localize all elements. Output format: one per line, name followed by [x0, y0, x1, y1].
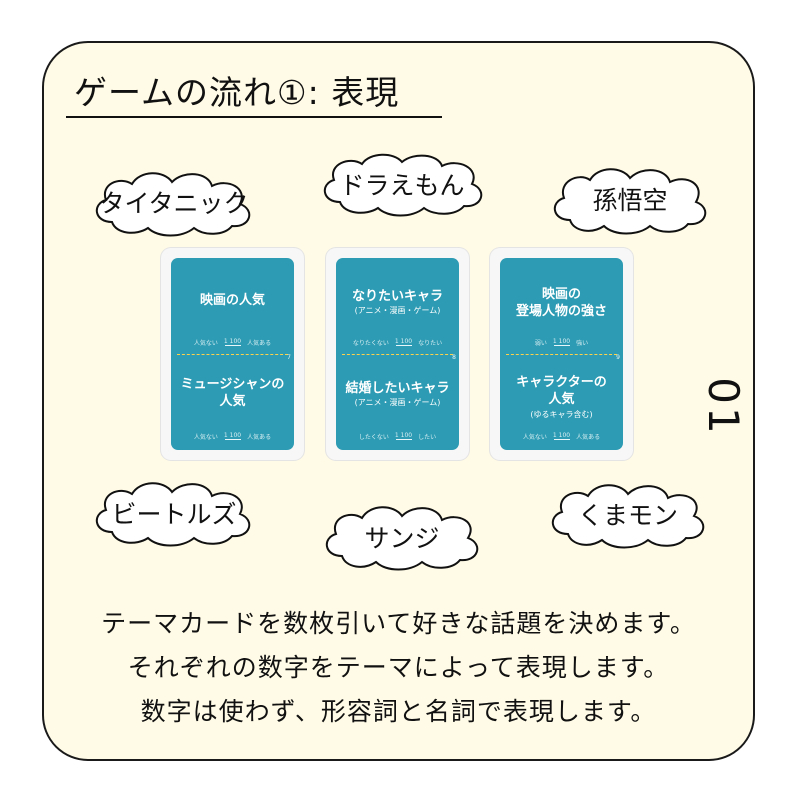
description-line-1: テーマカードを数枚引いて好きな話題を決めます。: [101, 609, 696, 638]
card-scale: 人気ない 1 100 人気ある: [500, 432, 623, 442]
card-scale: なりたくない 1 100 なりたい: [336, 338, 459, 348]
card-theme-title: ミュージシャンの 人気: [180, 377, 285, 409]
card-theme-subtitle: (アニメ・漫画・ゲーム): [354, 398, 441, 407]
cloud-bubble-doraemon: ドラえもん: [314, 150, 490, 218]
card-scale: 弱い 1 100 強い: [500, 338, 623, 348]
scale-high-label: したい: [418, 434, 437, 441]
cloud-bubble-kumamon: くまモン: [544, 478, 712, 550]
scale-high-label: 人気ある: [247, 434, 272, 441]
scale-high-label: 人気ある: [247, 340, 272, 347]
card-bottom-half: ミュージシャンの 人気 人気ない 1 100 人気ある: [171, 354, 294, 450]
title-underline: [66, 116, 442, 118]
card-scale: したくない 1 100 したい: [336, 432, 459, 442]
theme-card-3[interactable]: 映画の 登場人物の強さ 弱い 1 100 強い 9 キャラクターの 人気 (ゆる…: [490, 248, 633, 460]
card-scale: 人気ない 1 100 人気ある: [171, 432, 294, 442]
cloud-label: ドラえもん: [339, 171, 465, 200]
description-line-3: 数字は使わず、形容詞と名詞で表現します。: [140, 697, 657, 726]
card-top-half: 映画の人気 人気ない 1 100 人気ある: [171, 258, 294, 354]
card-theme-title: 結婚したいキャラ: [345, 381, 450, 396]
scale-low-label: なりたくない: [352, 340, 389, 347]
card-theme-subtitle: (ゆるキャラ含む): [530, 410, 593, 419]
card-theme-subtitle: (アニメ・漫画・ゲーム): [354, 306, 441, 315]
cloud-label: ビートルズ: [111, 500, 237, 529]
card-face: 映画の人気 人気ない 1 100 人気ある 7 ミュージシャンの 人気 人気ない…: [171, 258, 294, 450]
card-face: なりたいキャラ (アニメ・漫画・ゲーム) なりたくない 1 100 なりたい 8…: [336, 258, 459, 450]
scale-low-label: 人気ない: [522, 434, 547, 441]
card-theme-title: 映画の 登場人物の強さ: [515, 287, 607, 319]
cloud-label: タイタニック: [99, 189, 249, 218]
cloud-label: サンジ: [364, 524, 440, 553]
scale-high-label: 強い: [576, 340, 589, 347]
scale-low-label: 弱い: [534, 340, 547, 347]
scale-low-label: 人気ない: [193, 340, 218, 347]
cloud-bubble-songoku: 孫悟空: [546, 162, 714, 236]
card-bottom-half: キャラクターの 人気 (ゆるキャラ含む) 人気ない 1 100 人気ある: [500, 354, 623, 450]
cloud-bubble-sanji: サンジ: [318, 502, 486, 572]
scale-low-label: 人気ない: [193, 434, 218, 441]
card-bottom-half: 結婚したいキャラ (アニメ・漫画・ゲーム) したくない 1 100 したい: [336, 354, 459, 450]
scale-high-label: 人気ある: [576, 434, 601, 441]
description-line-2: それぞれの数字をテーマによって表現します。: [127, 653, 670, 682]
card-theme-title: なりたいキャラ: [351, 289, 443, 304]
cloud-bubble-titanic: タイタニック: [88, 166, 260, 238]
cloud-label: 孫悟空: [592, 186, 668, 215]
theme-card-2[interactable]: なりたいキャラ (アニメ・漫画・ゲーム) なりたくない 1 100 なりたい 8…: [326, 248, 469, 460]
card-theme-title: キャラクターの 人気: [516, 375, 607, 407]
cloud-bubble-beatles: ビートルズ: [88, 478, 260, 548]
card-theme-title: 映画の人気: [199, 293, 265, 308]
card-top-half: 映画の 登場人物の強さ 弱い 1 100 強い: [500, 258, 623, 354]
card-top-half: なりたいキャラ (アニメ・漫画・ゲーム) なりたくない 1 100 なりたい: [336, 258, 459, 354]
card-scale: 人気ない 1 100 人気ある: [171, 338, 294, 348]
scale-low-label: したくない: [358, 434, 389, 441]
page-title: ゲームの流れ①: 表現: [74, 73, 400, 112]
theme-card-1[interactable]: 映画の人気 人気ない 1 100 人気ある 7 ミュージシャンの 人気 人気ない…: [161, 248, 304, 460]
page-number: 01: [699, 377, 749, 437]
card-face: 映画の 登場人物の強さ 弱い 1 100 強い 9 キャラクターの 人気 (ゆる…: [500, 258, 623, 450]
cloud-label: くまモン: [577, 501, 678, 530]
scale-high-label: なりたい: [418, 340, 443, 347]
